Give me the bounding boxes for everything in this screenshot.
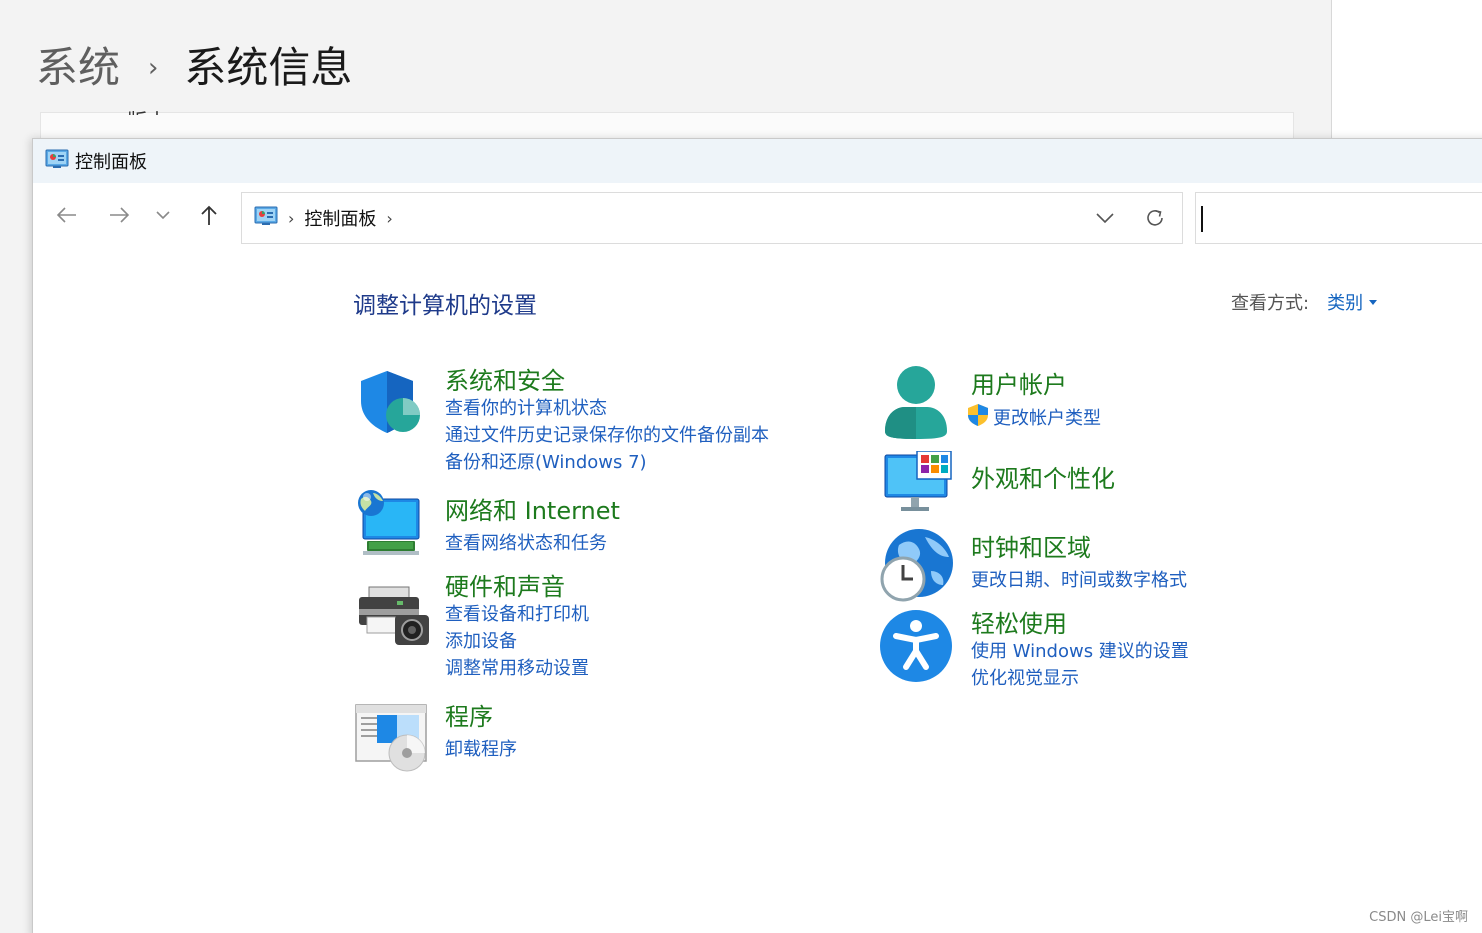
control-panel-icon xyxy=(254,206,278,230)
title-bar[interactable]: 控制面板 xyxy=(33,139,1482,183)
window-title: 控制面板 xyxy=(75,152,147,173)
up-button[interactable] xyxy=(191,197,227,233)
link-change-account-type[interactable]: 更改帐户类型 xyxy=(993,404,1101,430)
network-icon[interactable] xyxy=(355,489,427,565)
uac-shield-icon xyxy=(967,403,989,431)
back-button[interactable] xyxy=(49,197,85,233)
dropdown-arrow-icon[interactable] xyxy=(1369,299,1378,305)
refresh-button[interactable] xyxy=(1135,192,1175,244)
view-by-dropdown[interactable]: 类别 xyxy=(1327,289,1363,315)
control-panel-content: 调整计算机的设置 查看方式: 类别 系统和安全 查看你的计算机状态 通过文件历史… xyxy=(33,253,1482,933)
link-optimize-visual-display[interactable]: 优化视觉显示 xyxy=(971,664,1079,690)
category-system-security[interactable]: 系统和安全 xyxy=(445,361,565,396)
refresh-icon xyxy=(1147,210,1163,226)
search-input[interactable] xyxy=(1195,192,1482,244)
category-clock-region[interactable]: 时钟和区域 xyxy=(971,528,1091,563)
link-uninstall-program[interactable]: 卸载程序 xyxy=(445,735,517,761)
control-panel-icon xyxy=(45,149,69,173)
link-network-status[interactable]: 查看网络状态和任务 xyxy=(445,529,607,555)
category-network-internet[interactable]: 网络和 Internet xyxy=(445,491,620,526)
link-backup-restore[interactable]: 备份和还原(Windows 7) xyxy=(445,448,647,474)
user-icon[interactable] xyxy=(881,365,951,445)
breadcrumb-separator: › xyxy=(148,53,159,83)
category-programs[interactable]: 程序 xyxy=(445,697,493,732)
settings-breadcrumb: 系统 › 系统信息 xyxy=(36,40,352,96)
globe-clock-icon[interactable] xyxy=(879,527,955,607)
link-mobility-settings[interactable]: 调整常用移动设置 xyxy=(445,654,589,680)
link-check-computer-status[interactable]: 查看你的计算机状态 xyxy=(445,394,607,420)
address-path-control-panel[interactable]: 控制面板 xyxy=(304,205,376,231)
page-title: 调整计算机的设置 xyxy=(353,293,537,319)
chevron-down-icon xyxy=(156,211,170,220)
link-devices-printers[interactable]: 查看设备和打印机 xyxy=(445,600,589,626)
category-ease-of-access[interactable]: 轻松使用 xyxy=(971,604,1067,639)
address-bar[interactable]: › 控制面板 › xyxy=(241,192,1183,244)
breadcrumb-system[interactable]: 系统 xyxy=(36,40,120,96)
partial-row-version: 版本 xyxy=(127,95,227,115)
view-by-label: 查看方式: xyxy=(1231,293,1310,314)
arrow-left-icon xyxy=(56,207,76,223)
printer-icon[interactable] xyxy=(357,583,429,653)
navigation-bar: › 控制面板 › xyxy=(33,183,1482,253)
forward-button[interactable] xyxy=(101,197,137,233)
watermark: CSDN @Lei宝啊 xyxy=(1369,910,1468,925)
address-trailing-separator[interactable]: › xyxy=(386,209,392,228)
category-user-accounts[interactable]: 用户帐户 xyxy=(971,365,1067,400)
text-caret xyxy=(1201,206,1203,232)
programs-icon[interactable] xyxy=(355,703,429,777)
link-change-date-time-format[interactable]: 更改日期、时间或数字格式 xyxy=(971,566,1187,592)
arrow-right-icon xyxy=(110,207,130,223)
address-history-dropdown[interactable] xyxy=(1085,192,1125,244)
category-appearance-personalization[interactable]: 外观和个性化 xyxy=(971,459,1115,494)
category-hardware-sound[interactable]: 硬件和声音 xyxy=(445,567,565,602)
monitor-icon[interactable] xyxy=(883,450,953,519)
chevron-down-icon xyxy=(1096,213,1114,224)
breadcrumb-system-info: 系统信息 xyxy=(184,43,353,92)
arrow-up-icon xyxy=(201,205,217,225)
link-add-device[interactable]: 添加设备 xyxy=(445,627,517,653)
link-windows-recommended-settings[interactable]: 使用 Windows 建议的设置 xyxy=(971,637,1189,663)
link-file-history-backup[interactable]: 通过文件历史记录保存你的文件备份副本 xyxy=(445,421,769,447)
address-separator[interactable]: › xyxy=(288,209,294,228)
view-by-selector: 查看方式: 类别 xyxy=(1231,289,1378,315)
shield-icon[interactable] xyxy=(355,367,425,441)
recent-locations-button[interactable] xyxy=(145,197,181,233)
control-panel-window: 控制面板 › 控制面板 › 调整计算机的设置 查看方式: 类别 系统和安全 查看… xyxy=(32,138,1482,933)
accessibility-icon[interactable] xyxy=(879,609,953,687)
